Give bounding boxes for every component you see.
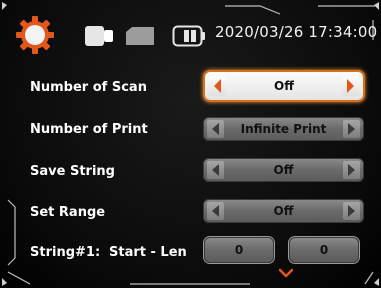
- save-string-value: Off: [273, 163, 294, 177]
- arrow-left-icon: [214, 79, 221, 93]
- arrow-right-icon: [348, 205, 355, 217]
- device-screen: 2020/03/26 17:34:00 Number of Scan Off N…: [0, 0, 381, 288]
- set-range-value: Off: [273, 204, 294, 218]
- device-icon: [85, 26, 113, 46]
- set-range-prev-button[interactable]: [207, 202, 224, 220]
- arrow-left-icon: [212, 123, 219, 135]
- settings-gear-icon[interactable]: [15, 15, 55, 55]
- arrow-right-icon: [348, 164, 355, 176]
- scroll-down-chevron-icon[interactable]: [279, 268, 293, 278]
- arrow-right-icon: [347, 79, 354, 93]
- set-range-next-button[interactable]: [343, 202, 360, 220]
- string-1-label: String#1:: [30, 245, 101, 260]
- save-string-prev-button[interactable]: [207, 161, 224, 179]
- datetime-display: 2020/03/26 17:34:00: [215, 23, 378, 41]
- folder-icon: [126, 27, 154, 45]
- save-string-selector[interactable]: Off: [203, 158, 364, 182]
- start-len-label: Start - Len: [109, 245, 187, 260]
- number-of-print-value: Infinite Print: [240, 122, 327, 136]
- number-of-print-selector[interactable]: Infinite Print: [203, 117, 364, 141]
- number-of-scan-prev-button[interactable]: [209, 76, 226, 96]
- number-of-print-prev-button[interactable]: [207, 120, 224, 138]
- number-of-scan-selector[interactable]: Off: [205, 72, 363, 100]
- set-range-label: Set Range: [30, 205, 106, 220]
- arrow-left-icon: [212, 164, 219, 176]
- number-of-scan-next-button[interactable]: [342, 76, 359, 96]
- number-of-scan-label: Number of Scan: [30, 80, 147, 95]
- arrow-right-icon: [348, 123, 355, 135]
- number-of-print-next-button[interactable]: [343, 120, 360, 138]
- number-of-print-label: Number of Print: [30, 122, 148, 137]
- set-range-selector[interactable]: Off: [203, 199, 364, 223]
- save-string-next-button[interactable]: [343, 161, 360, 179]
- battery-icon: [172, 25, 205, 47]
- string-start-input[interactable]: 0: [204, 237, 274, 263]
- save-string-label: Save String: [30, 164, 115, 179]
- string-len-input[interactable]: 0: [289, 237, 359, 263]
- arrow-left-icon: [212, 205, 219, 217]
- number-of-scan-value: Off: [274, 79, 294, 93]
